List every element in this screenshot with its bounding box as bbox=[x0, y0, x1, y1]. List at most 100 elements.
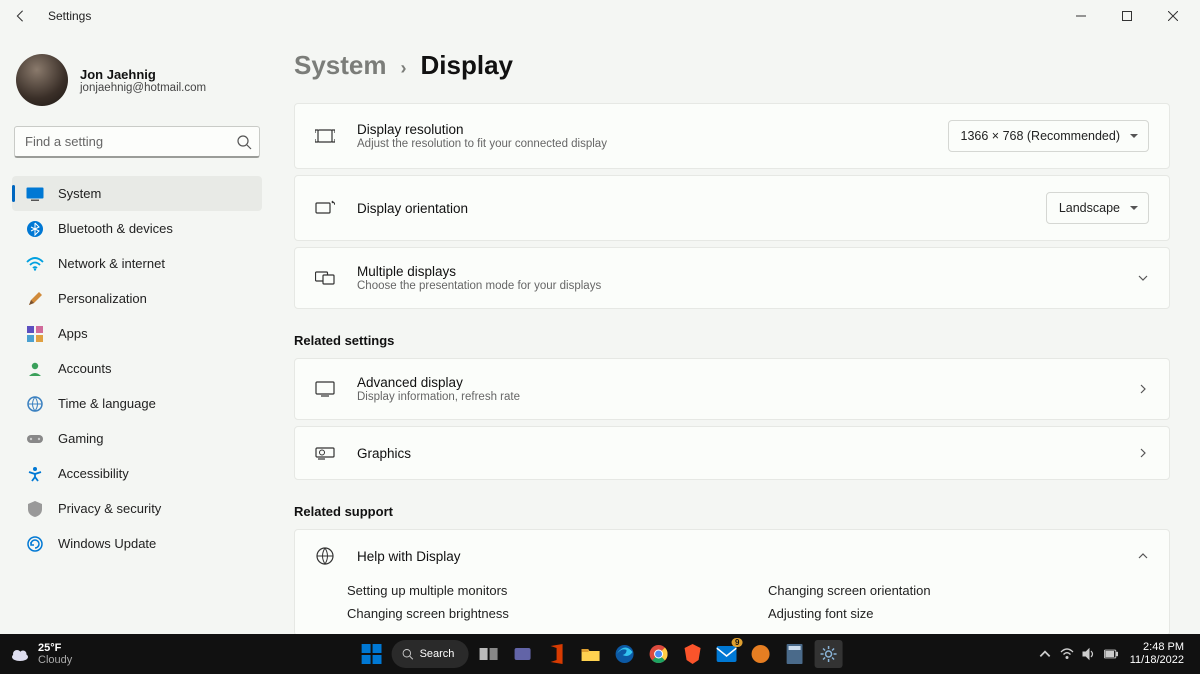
taskbar: 25°F Cloudy Search 9 2:48 PM 11/18/2022 bbox=[0, 634, 1200, 674]
chevron-down-icon bbox=[1137, 272, 1149, 284]
titlebar: Settings bbox=[0, 0, 1200, 32]
help-link[interactable]: Changing screen orientation bbox=[768, 583, 1149, 598]
help-with-display[interactable]: Help with Display bbox=[294, 529, 1170, 583]
paintbrush-icon bbox=[26, 290, 44, 308]
profile-name: Jon Jaehnig bbox=[80, 67, 206, 82]
sidebar-item-bluetooth[interactable]: Bluetooth & devices bbox=[12, 211, 262, 246]
sidebar-item-windows-update[interactable]: Windows Update bbox=[12, 526, 262, 561]
nav-label: Gaming bbox=[58, 431, 104, 446]
accessibility-icon bbox=[26, 465, 44, 483]
sidebar-item-time-language[interactable]: Time & language bbox=[12, 386, 262, 421]
section-related-settings: Related settings bbox=[294, 333, 1170, 348]
setting-graphics[interactable]: Graphics bbox=[294, 426, 1170, 480]
setting-title: Multiple displays bbox=[357, 264, 1105, 279]
cloud-icon bbox=[10, 644, 30, 664]
orientation-dropdown[interactable]: Landscape bbox=[1046, 192, 1149, 224]
gamepad-icon bbox=[26, 430, 44, 448]
calculator-icon bbox=[786, 644, 802, 664]
sidebar-item-system[interactable]: System bbox=[12, 176, 262, 211]
nav-label: System bbox=[58, 186, 101, 201]
avatar bbox=[16, 54, 68, 106]
sidebar-item-personalization[interactable]: Personalization bbox=[12, 281, 262, 316]
sidebar-item-privacy[interactable]: Privacy & security bbox=[12, 491, 262, 526]
search-input[interactable] bbox=[14, 126, 260, 158]
sidebar-item-apps[interactable]: Apps bbox=[12, 316, 262, 351]
sidebar-item-network[interactable]: Network & internet bbox=[12, 246, 262, 281]
nav-label: Bluetooth & devices bbox=[58, 221, 173, 236]
nav-list: System Bluetooth & devices Network & int… bbox=[12, 176, 262, 561]
shield-icon bbox=[26, 500, 44, 518]
system-tray[interactable] bbox=[1038, 647, 1118, 661]
nav-label: Time & language bbox=[58, 396, 156, 411]
setting-subtitle: Adjust the resolution to fit your connec… bbox=[357, 138, 926, 150]
maximize-button[interactable] bbox=[1104, 0, 1150, 32]
sidebar: Jon Jaehnig jonjaehnig@hotmail.com Syste… bbox=[0, 32, 270, 634]
battery-icon bbox=[1104, 647, 1118, 661]
resolution-icon bbox=[315, 126, 335, 146]
setting-advanced-display[interactable]: Advanced display Display information, re… bbox=[294, 358, 1170, 420]
setting-subtitle: Choose the presentation mode for your di… bbox=[357, 280, 1105, 292]
folder-icon bbox=[580, 646, 600, 662]
back-button[interactable] bbox=[4, 0, 36, 32]
help-link[interactable]: Adjusting font size bbox=[768, 606, 1149, 621]
taskbar-app-chrome[interactable] bbox=[644, 640, 672, 668]
section-related-support: Related support bbox=[294, 504, 1170, 519]
taskbar-weather[interactable]: 25°F Cloudy bbox=[10, 642, 72, 666]
mail-icon bbox=[716, 646, 736, 662]
taskbar-app-generic1[interactable] bbox=[746, 640, 774, 668]
clock-time: 2:48 PM bbox=[1130, 641, 1184, 654]
profile-block[interactable]: Jon Jaehnig jonjaehnig@hotmail.com bbox=[12, 48, 262, 126]
close-button[interactable] bbox=[1150, 0, 1196, 32]
edge-icon bbox=[614, 644, 634, 664]
monitor-outline-icon bbox=[315, 379, 335, 399]
graphics-card-icon bbox=[315, 443, 335, 463]
breadcrumb: System › Display bbox=[294, 50, 1170, 81]
nav-label: Privacy & security bbox=[58, 501, 161, 516]
breadcrumb-parent[interactable]: System bbox=[294, 50, 387, 81]
search-icon bbox=[402, 648, 414, 660]
setting-display-resolution: Display resolution Adjust the resolution… bbox=[294, 103, 1170, 169]
windows-logo-icon bbox=[362, 644, 382, 664]
nav-label: Windows Update bbox=[58, 536, 156, 551]
task-view-icon bbox=[478, 646, 498, 662]
nav-label: Accounts bbox=[58, 361, 111, 376]
nav-label: Personalization bbox=[58, 291, 147, 306]
task-view-button[interactable] bbox=[474, 640, 502, 668]
wifi-icon bbox=[26, 255, 44, 273]
taskbar-app-calculator[interactable] bbox=[780, 640, 808, 668]
chevron-right-icon bbox=[1137, 383, 1149, 395]
monitor-icon bbox=[26, 185, 44, 203]
page-title: Display bbox=[421, 50, 514, 81]
taskbar-app-settings[interactable] bbox=[814, 640, 842, 668]
main-content: System › Display Display resolution Adju… bbox=[270, 32, 1200, 634]
taskbar-app-office[interactable] bbox=[542, 640, 570, 668]
setting-multiple-displays[interactable]: Multiple displays Choose the presentatio… bbox=[294, 247, 1170, 309]
setting-title: Display orientation bbox=[357, 201, 1024, 216]
sidebar-item-gaming[interactable]: Gaming bbox=[12, 421, 262, 456]
help-link[interactable]: Setting up multiple monitors bbox=[347, 583, 728, 598]
taskbar-app-teams[interactable] bbox=[508, 640, 536, 668]
maximize-icon bbox=[1122, 11, 1132, 21]
taskbar-clock[interactable]: 2:48 PM 11/18/2022 bbox=[1130, 641, 1184, 667]
orientation-icon bbox=[315, 198, 335, 218]
chevron-right-icon bbox=[1137, 447, 1149, 459]
chevron-up-icon bbox=[1038, 647, 1052, 661]
volume-icon bbox=[1082, 647, 1096, 661]
taskbar-search[interactable]: Search bbox=[392, 640, 469, 668]
help-link[interactable]: Changing screen brightness bbox=[347, 606, 728, 621]
resolution-dropdown[interactable]: 1366 × 768 (Recommended) bbox=[948, 120, 1149, 152]
sidebar-item-accounts[interactable]: Accounts bbox=[12, 351, 262, 386]
setting-title: Graphics bbox=[357, 446, 1105, 461]
app-icon bbox=[750, 644, 770, 664]
multiple-displays-icon bbox=[315, 268, 335, 288]
taskbar-app-brave[interactable] bbox=[678, 640, 706, 668]
globe-clock-icon bbox=[26, 395, 44, 413]
taskbar-app-explorer[interactable] bbox=[576, 640, 604, 668]
taskbar-app-edge[interactable] bbox=[610, 640, 638, 668]
taskbar-app-mail[interactable]: 9 bbox=[712, 640, 740, 668]
wifi-icon bbox=[1060, 647, 1074, 661]
nav-label: Accessibility bbox=[58, 466, 129, 481]
start-button[interactable] bbox=[358, 640, 386, 668]
minimize-button[interactable] bbox=[1058, 0, 1104, 32]
sidebar-item-accessibility[interactable]: Accessibility bbox=[12, 456, 262, 491]
